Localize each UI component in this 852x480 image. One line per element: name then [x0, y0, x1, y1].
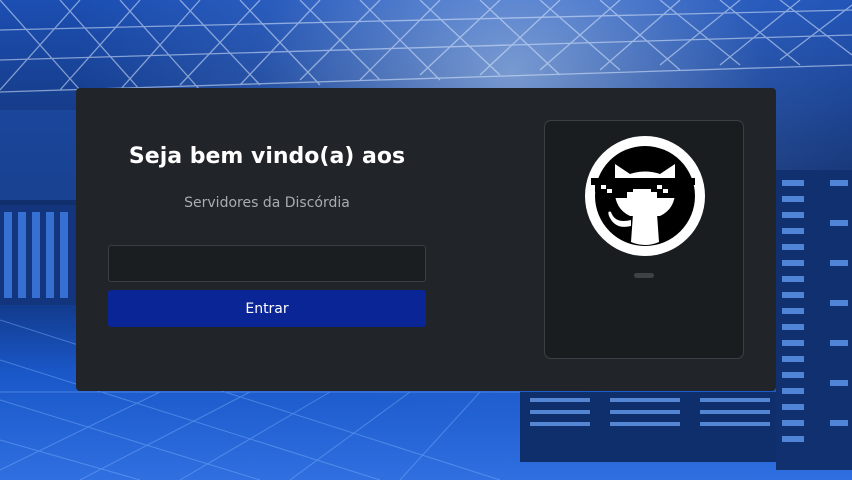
page-title: Seja bem vindo(a) aos — [128, 144, 406, 169]
github-octocat-with-pixel-sunglasses-icon — [585, 136, 705, 256]
logo-panel — [544, 120, 744, 359]
panel-indicator — [634, 273, 654, 278]
enter-button[interactable]: Entrar — [108, 290, 426, 327]
login-input[interactable] — [108, 245, 426, 282]
login-card: Seja bem vindo(a) aos Servidores da Disc… — [76, 88, 776, 391]
page-subtitle: Servidores da Discórdia — [184, 195, 350, 211]
